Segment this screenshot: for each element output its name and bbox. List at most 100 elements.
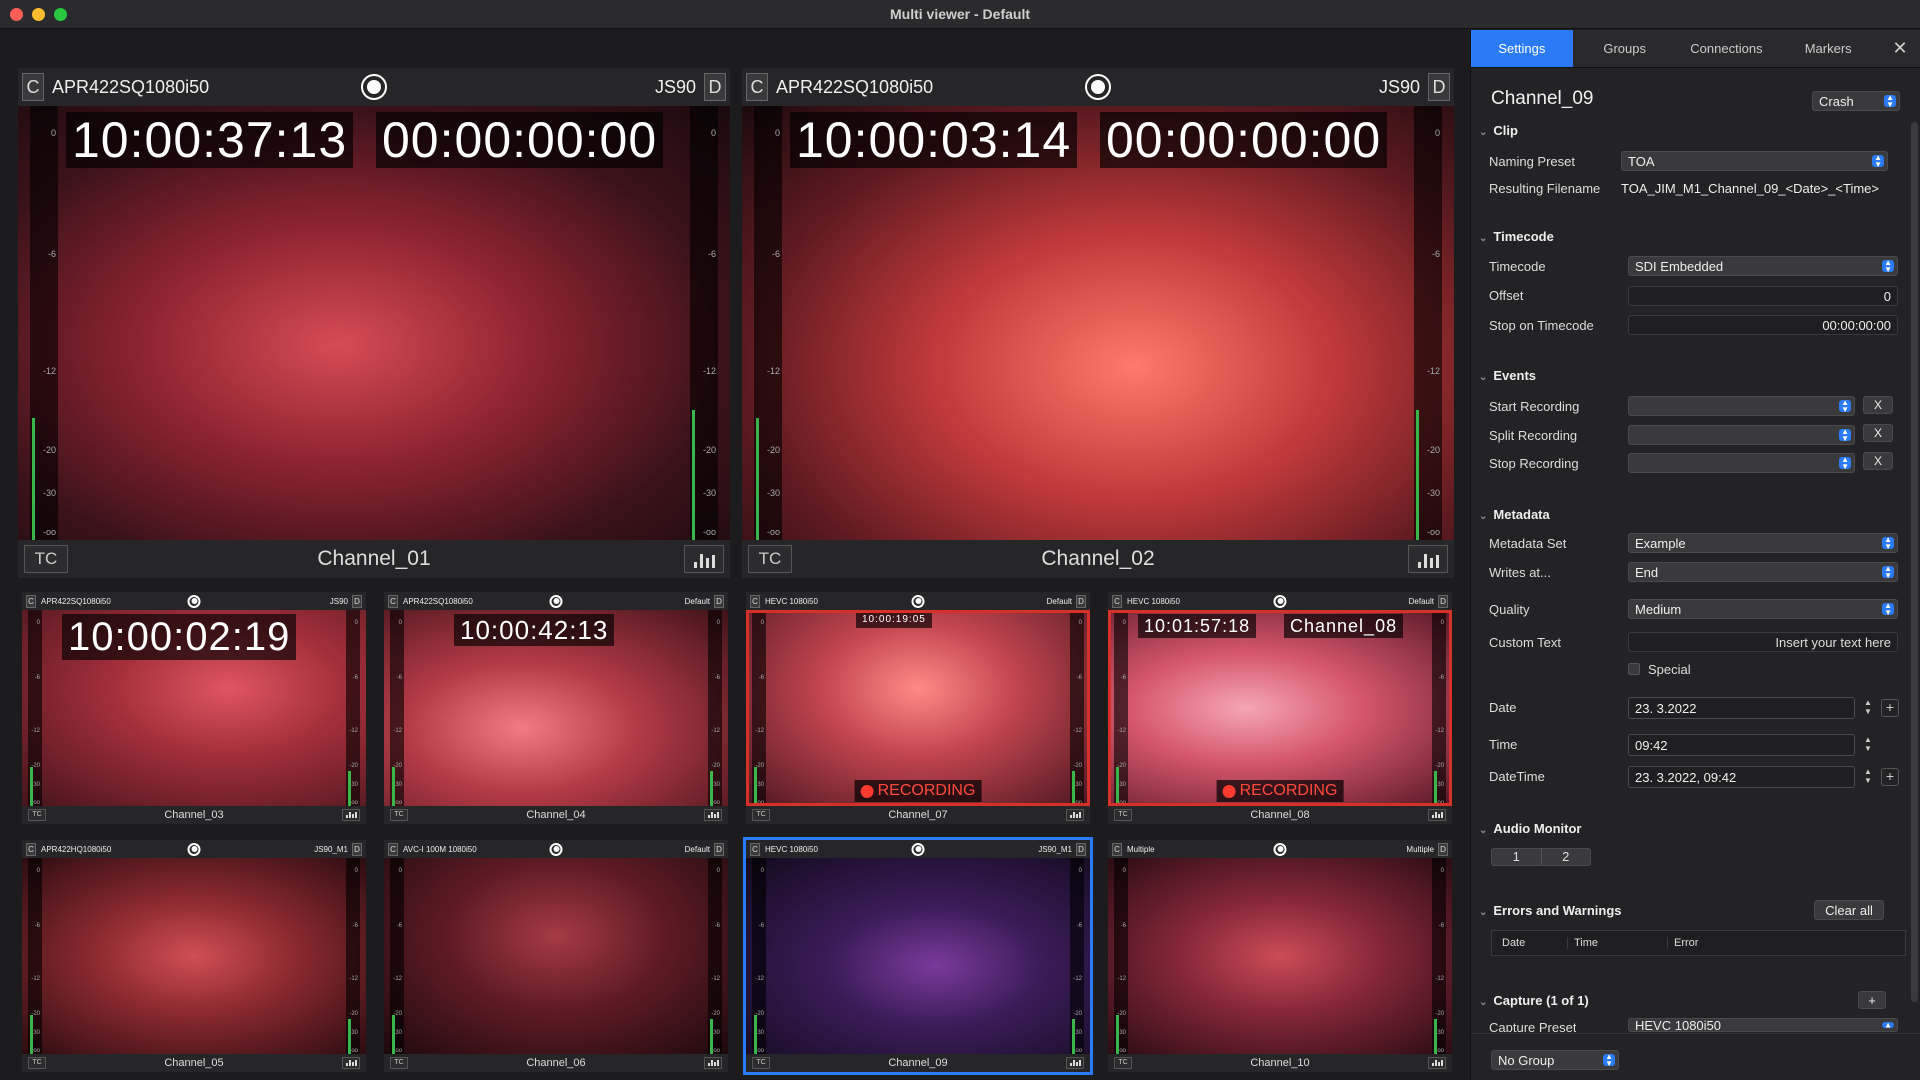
datetime-add-button[interactable]: + [1881, 768, 1899, 786]
tc-button[interactable]: TC [390, 809, 408, 821]
channel-tile[interactable]: C APR422SQ1080i50 JS90 D 0 -6 -12 -20 -30 -oo 0 -6-… [18, 68, 730, 578]
audio-levels-icon[interactable] [1408, 545, 1448, 573]
d-label[interactable]: D [352, 842, 362, 856]
tab-connections[interactable]: Connections [1677, 30, 1777, 67]
record-indicator-icon[interactable] [911, 842, 925, 856]
record-indicator-icon[interactable] [1273, 594, 1287, 608]
c-label[interactable]: C [388, 594, 398, 608]
quality-select[interactable]: Medium ▲ ▼ [1628, 599, 1898, 619]
metadata-set-select[interactable]: Example ▲ ▼ [1628, 533, 1898, 553]
audio-levels-icon[interactable] [1066, 1057, 1084, 1069]
audio-levels-icon[interactable] [342, 1057, 360, 1069]
stop-recording-select[interactable]: ▲ ▼ [1628, 453, 1855, 473]
channel-tile[interactable]: C HEVC 1080i50 Default D 0 -6 -12 -20 -30 -oo 0 -6-… [1108, 592, 1452, 824]
channel-tile[interactable]: C APR422SQ1080i50 Default D 0 -6 -12 -20 -30 -oo 0… [384, 592, 728, 824]
time-field[interactable]: 09:42 [1628, 734, 1855, 756]
offset-field[interactable]: 0 [1628, 286, 1898, 306]
channel-tile[interactable]: C APR422HQ1080i50 JS90_M1 D 0 -6 -12 -20 -30 -oo 0… [22, 840, 366, 1072]
capture-section-header[interactable]: ⌄ Capture (1 of 1) [1479, 993, 1589, 1008]
tab-markers[interactable]: Markers [1776, 30, 1880, 67]
c-label[interactable]: C [22, 73, 44, 101]
custom-text-field[interactable]: Insert your text here [1628, 632, 1898, 652]
audio-channel-2[interactable]: 2 [1542, 849, 1591, 865]
column-date[interactable]: Date [1492, 937, 1568, 949]
audio-levels-icon[interactable] [704, 1057, 722, 1069]
tab-settings[interactable]: Settings [1471, 30, 1573, 67]
stop-recording-clear-button[interactable]: X [1863, 452, 1893, 470]
c-label[interactable]: C [746, 73, 768, 101]
zoom-window-button[interactable] [54, 8, 67, 21]
record-indicator-icon[interactable] [1085, 74, 1111, 100]
clear-all-button[interactable]: Clear all [1814, 900, 1884, 920]
errors-section-header[interactable]: ⌄ Errors and Warnings [1479, 903, 1622, 918]
split-recording-select[interactable]: ▲ ▼ [1628, 425, 1855, 445]
d-label[interactable]: D [1076, 594, 1086, 608]
tc-button[interactable]: TC [1114, 809, 1132, 821]
c-label[interactable]: C [26, 842, 36, 856]
c-label[interactable]: C [750, 594, 760, 608]
audio-monitor-section-header[interactable]: ⌄ Audio Monitor [1479, 821, 1581, 836]
split-recording-clear-button[interactable]: X [1863, 424, 1893, 442]
channel-tile[interactable]: C APR422SQ1080i50 JS90 D 0 -6 -12 -20 -30 -oo 0 -6-… [22, 592, 366, 824]
tc-button[interactable]: TC [24, 545, 68, 573]
c-label[interactable]: C [388, 842, 398, 856]
audio-levels-icon[interactable] [342, 809, 360, 821]
tc-button[interactable]: TC [1114, 1057, 1132, 1069]
channel-tile[interactable]: C AVC-I 100M 1080i50 Default D 0 -6 -12 -20 -30-… [384, 840, 728, 1072]
start-recording-clear-button[interactable]: X [1863, 396, 1893, 414]
d-label[interactable]: D [352, 594, 362, 608]
tab-groups[interactable]: Groups [1573, 30, 1677, 67]
tc-button[interactable]: TC [390, 1057, 408, 1069]
channel-menu-select[interactable]: Crash ▲ ▼ [1812, 91, 1900, 111]
datetime-stepper[interactable]: ▲ ▼ [1862, 767, 1874, 787]
record-indicator-icon[interactable] [549, 842, 563, 856]
capture-preset-select[interactable]: HEVC 1080i50 ▲ [1628, 1018, 1898, 1032]
d-label[interactable]: D [714, 842, 724, 856]
column-error[interactable]: Error [1668, 937, 1905, 949]
time-stepper[interactable]: ▲ ▼ [1862, 735, 1874, 755]
record-indicator-icon[interactable] [361, 74, 387, 100]
c-label[interactable]: C [750, 842, 760, 856]
audio-levels-icon[interactable] [684, 545, 724, 573]
tc-button[interactable]: TC [752, 1057, 770, 1069]
stop-on-timecode-field[interactable]: 00:00:00:00 [1628, 315, 1898, 335]
audio-levels-icon[interactable] [1428, 1057, 1446, 1069]
group-select[interactable]: No Group ▲ ▼ [1491, 1050, 1619, 1070]
metadata-section-header[interactable]: ⌄ Metadata [1479, 507, 1550, 522]
record-indicator-icon[interactable] [549, 594, 563, 608]
d-label[interactable]: D [1438, 842, 1448, 856]
c-label[interactable]: C [26, 594, 36, 608]
audio-levels-icon[interactable] [1428, 809, 1446, 821]
record-indicator-icon[interactable] [187, 594, 201, 608]
channel-tile[interactable]: C HEVC 1080i50 Default D 0 -6 -12 -20 -30 -oo 0 -6-… [746, 592, 1090, 824]
timecode-source-select[interactable]: SDI Embedded ▲ ▼ [1628, 256, 1898, 276]
date-field[interactable]: 23. 3.2022 [1628, 697, 1855, 719]
close-window-button[interactable] [10, 8, 23, 21]
date-stepper[interactable]: ▲ ▼ [1862, 698, 1874, 718]
audio-levels-icon[interactable] [1066, 809, 1084, 821]
audio-channel-1[interactable]: 1 [1492, 849, 1542, 865]
c-label[interactable]: C [1112, 594, 1122, 608]
minimize-window-button[interactable] [32, 8, 45, 21]
tc-button[interactable]: TC [748, 545, 792, 573]
record-indicator-icon[interactable] [1273, 842, 1287, 856]
d-label[interactable]: D [1438, 594, 1448, 608]
naming-preset-select[interactable]: TOA ▲ ▼ [1621, 151, 1888, 171]
date-add-button[interactable]: + [1881, 699, 1899, 717]
audio-levels-icon[interactable] [704, 809, 722, 821]
channel-tile[interactable]: C APR422SQ1080i50 JS90 D 0 -6 -12 -20 -30 -oo 0 -6-… [742, 68, 1454, 578]
writes-at-select[interactable]: End ▲ ▼ [1628, 562, 1898, 582]
d-label[interactable]: D [1076, 842, 1086, 856]
column-time[interactable]: Time [1568, 937, 1668, 949]
clip-section-header[interactable]: ⌄ Clip [1479, 123, 1518, 138]
add-capture-button[interactable]: + [1858, 991, 1886, 1009]
start-recording-select[interactable]: ▲ ▼ [1628, 396, 1855, 416]
datetime-field[interactable]: 23. 3.2022, 09:42 [1628, 766, 1855, 788]
close-icon[interactable]: ✕ [1880, 30, 1920, 67]
timecode-section-header[interactable]: ⌄ Timecode [1479, 229, 1554, 244]
record-indicator-icon[interactable] [911, 594, 925, 608]
events-section-header[interactable]: ⌄ Events [1479, 368, 1536, 383]
record-indicator-icon[interactable] [187, 842, 201, 856]
c-label[interactable]: C [1112, 842, 1122, 856]
d-label[interactable]: D [704, 73, 726, 101]
